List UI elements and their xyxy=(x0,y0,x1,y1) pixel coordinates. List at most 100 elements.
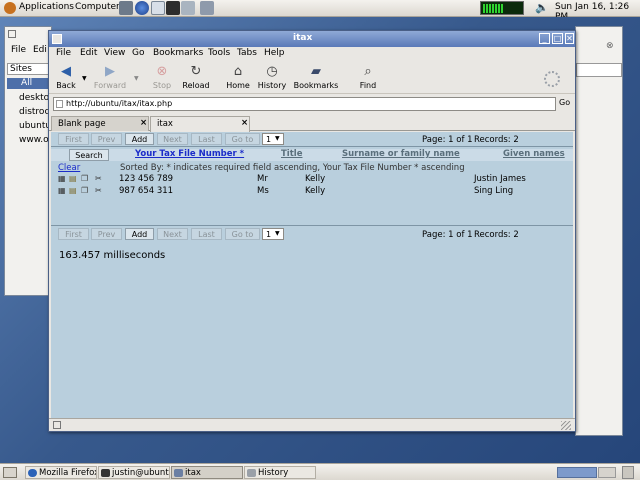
next-button[interactable]: Next xyxy=(157,133,188,145)
back-dropdown-icon[interactable]: ▼ xyxy=(82,75,87,82)
page-select[interactable]: 1 xyxy=(262,228,284,240)
task-itax[interactable]: itax xyxy=(171,466,243,479)
menu-edit[interactable]: Edit xyxy=(80,48,97,58)
goto-button[interactable]: Go to xyxy=(225,228,260,240)
first-button[interactable]: First xyxy=(58,228,89,240)
volume-icon[interactable]: 🔈 xyxy=(535,1,549,14)
cell-given-names: Justin James xyxy=(474,174,526,184)
bg-right-close-icon[interactable]: ⊗ xyxy=(606,41,614,51)
row-copy-icon[interactable]: ❐ xyxy=(81,186,89,195)
home-button[interactable]: ⌂ Home xyxy=(221,64,255,93)
prev-button[interactable]: Prev xyxy=(91,133,122,145)
task-history[interactable]: History xyxy=(244,466,316,479)
bookmarks-button[interactable]: ▰ Bookmarks xyxy=(291,64,341,93)
tab-close-icon[interactable]: × xyxy=(140,118,147,128)
menu-go[interactable]: Go xyxy=(132,48,144,58)
window-menu-icon[interactable] xyxy=(52,34,62,44)
window-icon xyxy=(247,469,256,477)
firefox-launcher-icon[interactable] xyxy=(135,1,149,15)
stop-button[interactable]: ⊗ Stop xyxy=(145,64,179,93)
bg-item-2[interactable]: ubuntu xyxy=(19,121,51,131)
row-view-icon[interactable]: ▦ xyxy=(58,186,67,195)
computer-menu[interactable]: Computer xyxy=(75,2,120,12)
row-edit-icon[interactable]: ▤ xyxy=(69,174,78,183)
url-input[interactable]: http://ubuntu/itax/itax.php xyxy=(53,97,556,111)
bg-item-0[interactable]: deskto xyxy=(19,93,49,103)
row-edit-icon[interactable]: ▤ xyxy=(69,186,78,195)
row-delete-icon[interactable]: ✂ xyxy=(95,186,103,195)
title-bar[interactable]: itax _ □ ✕ xyxy=(49,31,575,47)
tab-blank-page[interactable]: Blank page × xyxy=(51,116,149,131)
find-button[interactable]: ⌕ Find xyxy=(351,64,385,93)
bg-item-1[interactable]: distroc xyxy=(19,107,49,117)
col-given-names[interactable]: Given names xyxy=(503,149,565,159)
table-row[interactable]: ▦ ▤ ❐ ✂ 987 654 311 Ms Kelly Sing Ling xyxy=(51,186,573,197)
first-button[interactable]: First xyxy=(58,133,89,145)
firefox-window[interactable]: itax _ □ ✕ File Edit View Go Bookmarks T… xyxy=(48,30,576,432)
background-window[interactable]: File Edi Sites All deskto distroc ubuntu… xyxy=(4,26,53,296)
next-button[interactable]: Next xyxy=(157,228,188,240)
last-button[interactable]: Last xyxy=(191,228,222,240)
bg-menu-file[interactable]: File xyxy=(11,45,26,55)
workspace-2[interactable] xyxy=(598,467,616,478)
add-button[interactable]: Add xyxy=(125,228,154,240)
clear-link[interactable]: Clear xyxy=(58,163,80,173)
status-bar xyxy=(49,418,575,431)
menu-view[interactable]: View xyxy=(104,48,125,58)
add-button[interactable]: Add xyxy=(125,133,154,145)
task-terminal[interactable]: justin@ubuntu xyxy=(98,466,170,479)
firefox-icon xyxy=(28,469,37,477)
trash-icon[interactable] xyxy=(622,466,634,479)
close-button[interactable]: ✕ xyxy=(565,33,574,44)
menu-bar: File Edit View Go Bookmarks Tools Tabs H… xyxy=(49,47,575,62)
launcher-icon[interactable] xyxy=(119,1,133,15)
reload-button[interactable]: ↻ Reload xyxy=(179,64,213,93)
last-button[interactable]: Last xyxy=(191,133,222,145)
tab-close-icon[interactable]: × xyxy=(241,118,248,128)
page-info: Page: 1 of 1 xyxy=(422,135,473,145)
applications-menu[interactable]: Applications xyxy=(19,2,74,12)
mail-launcher-icon[interactable] xyxy=(151,1,165,15)
background-window-right[interactable]: ⊗ xyxy=(575,26,623,436)
record-navigator-top: First Prev Add Next Last Go to 1 ▼ Page:… xyxy=(51,132,573,147)
bg-all-item[interactable]: All xyxy=(7,78,51,89)
menu-file[interactable]: File xyxy=(56,48,71,58)
show-desktop-icon[interactable] xyxy=(3,467,17,478)
window-title: itax xyxy=(293,33,313,43)
search-button[interactable]: Search xyxy=(69,149,109,161)
col-title[interactable]: Title xyxy=(281,149,302,159)
bg-menu-edit[interactable]: Edi xyxy=(33,45,47,55)
folder-launcher-icon[interactable] xyxy=(200,1,214,15)
page-select[interactable]: 1 xyxy=(262,133,284,145)
menu-tools[interactable]: Tools xyxy=(208,48,230,58)
bg-window-close-icon[interactable] xyxy=(8,30,16,38)
prev-button[interactable]: Prev xyxy=(91,228,122,240)
forward-dropdown-icon[interactable]: ▼ xyxy=(134,75,139,82)
history-button[interactable]: ◷ History xyxy=(255,64,289,93)
maximize-button[interactable]: □ xyxy=(552,33,563,44)
tab-itax[interactable]: itax × xyxy=(150,116,250,132)
sorted-by-text: Sorted By: * indicates required field as… xyxy=(120,163,465,173)
minimize-button[interactable]: _ xyxy=(539,33,550,44)
row-delete-icon[interactable]: ✂ xyxy=(95,174,103,183)
forward-button[interactable]: ▶ Forward xyxy=(93,64,127,93)
distro-icon[interactable] xyxy=(4,2,16,14)
row-copy-icon[interactable]: ❐ xyxy=(81,174,89,183)
back-arrow-icon: ◀ xyxy=(61,64,71,79)
menu-help[interactable]: Help xyxy=(264,48,285,58)
terminal-launcher-icon[interactable] xyxy=(166,1,180,15)
col-surname[interactable]: Surname or family name xyxy=(342,149,460,159)
task-mozilla-firefox[interactable]: Mozilla Firefox xyxy=(25,466,97,479)
goto-button[interactable]: Go to xyxy=(225,133,260,145)
menu-tabs[interactable]: Tabs xyxy=(237,48,257,58)
workspace-1[interactable] xyxy=(557,467,597,478)
menu-bookmarks[interactable]: Bookmarks xyxy=(153,48,203,58)
resize-grip-icon[interactable] xyxy=(561,421,571,430)
go-button[interactable]: Go xyxy=(559,98,570,107)
col-tax-file-number[interactable]: Your Tax File Number * xyxy=(135,149,244,159)
row-view-icon[interactable]: ▦ xyxy=(58,174,67,183)
editor-launcher-icon[interactable] xyxy=(181,1,195,15)
back-button[interactable]: ◀ Back xyxy=(49,64,83,93)
table-row[interactable]: ▦ ▤ ❐ ✂ 123 456 789 Mr Kelly Justin Jame… xyxy=(51,174,573,185)
system-monitor-icon[interactable] xyxy=(480,1,524,15)
